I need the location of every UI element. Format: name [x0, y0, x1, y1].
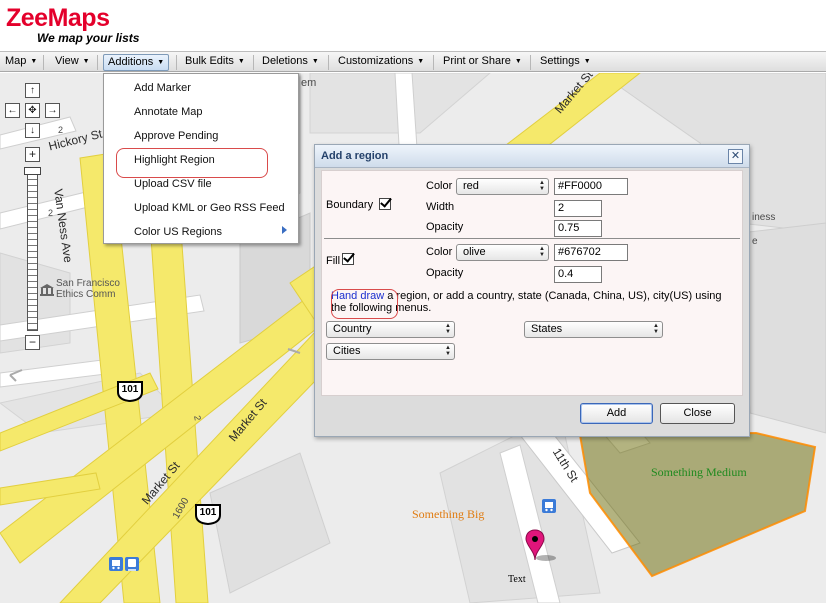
boundary-opacity-label: Opacity: [426, 221, 464, 233]
select-arrows-icon: ▲ ▼: [653, 323, 659, 335]
menu-separator: [433, 55, 434, 70]
annotation-something-big[interactable]: Something Big: [412, 507, 484, 522]
menu-settings[interactable]: Settings ▼: [536, 54, 595, 71]
hand-draw-callout: [331, 289, 398, 319]
menu-deletions[interactable]: Deletions ▼: [258, 54, 323, 71]
menu-customizations-label: Customizations: [338, 55, 414, 67]
states-select[interactable]: States ▲ ▼: [524, 321, 663, 338]
fill-color-label: Color: [426, 246, 453, 258]
menu-settings-label: Settings: [540, 55, 580, 67]
country-select[interactable]: Country ▲ ▼: [326, 321, 455, 338]
boundary-label: Boundary: [326, 199, 374, 211]
menu-separator: [43, 55, 44, 70]
dialog-titlebar[interactable]: Add a region ✕: [315, 145, 749, 168]
menu-map-label: Map: [5, 55, 27, 67]
highlight-region-callout: [116, 148, 268, 178]
fill-color-select[interactable]: olive ▲ ▼: [456, 244, 549, 261]
zoom-slider-handle[interactable]: [24, 167, 41, 175]
logo-title: ZeeMaps: [6, 4, 110, 32]
menu-view-label: View: [55, 55, 79, 67]
chevron-down-icon: ▼: [82, 58, 90, 65]
boundary-opacity-input[interactable]: 0.75: [554, 220, 602, 237]
cities-select[interactable]: Cities ▲ ▼: [326, 343, 455, 360]
boundary-width-label: Width: [426, 201, 455, 213]
menu-bulk-edits[interactable]: Bulk Edits ▼: [181, 54, 249, 71]
boundary-checkbox[interactable]: [379, 198, 391, 210]
fill-color-hex-input[interactable]: #676702: [554, 244, 628, 261]
menu-additions-label: Additions: [108, 56, 154, 68]
pan-up-button[interactable]: ↑: [25, 83, 40, 98]
annotation-marker-text[interactable]: Text: [508, 574, 526, 585]
additions-dropdown-menu: Add Marker Annotate Map Approve Pending …: [103, 73, 299, 244]
dialog-title: Add a region: [321, 150, 389, 162]
boundary-color-select[interactable]: red ▲ ▼: [456, 178, 549, 195]
menu-separator: [530, 55, 531, 70]
dialog-body: Boundary Color red ▲ ▼ #FF0000 Width 2 Op…: [321, 170, 743, 396]
menu-additions[interactable]: Additions ▼: [103, 54, 170, 71]
pan-down-button[interactable]: ↓: [25, 123, 40, 138]
select-arrows-icon: ▲ ▼: [445, 345, 451, 357]
zoom-out-button[interactable]: −: [25, 335, 40, 350]
pan-center-button[interactable]: ✥: [25, 103, 40, 118]
menu-separator: [253, 55, 254, 70]
menu-item-color-us-regions[interactable]: Color US Regions: [134, 222, 222, 242]
section-divider: [324, 238, 740, 239]
zoom-in-button[interactable]: +: [25, 147, 40, 162]
boundary-width-input[interactable]: 2: [554, 200, 602, 217]
boundary-color-value: red: [463, 180, 479, 192]
fill-label: Fill: [326, 255, 341, 267]
add-button[interactable]: Add: [580, 403, 653, 424]
menu-separator: [328, 55, 329, 70]
menu-print-or-share[interactable]: Print or Share ▼: [439, 54, 526, 71]
cities-select-value: Cities: [333, 345, 361, 357]
fill-opacity-input[interactable]: 0.4: [554, 266, 602, 283]
chevron-down-icon: ▼: [157, 59, 165, 66]
fill-color-value: olive: [463, 246, 486, 258]
menu-customizations[interactable]: Customizations ▼: [334, 54, 428, 71]
instructions-text-1: a region, or add a country, state (Canad…: [384, 290, 722, 302]
country-select-value: Country: [333, 323, 372, 335]
chevron-down-icon: ▼: [237, 58, 245, 65]
menu-bulk-edits-label: Bulk Edits: [185, 55, 234, 67]
menu-separator: [176, 55, 177, 70]
boundary-color-label: Color: [426, 180, 453, 192]
select-arrows-icon: ▲ ▼: [539, 180, 545, 192]
select-arrows-icon: ▲ ▼: [445, 323, 451, 335]
menu-deletions-label: Deletions: [262, 55, 308, 67]
menu-item-annotate-map[interactable]: Annotate Map: [134, 102, 203, 122]
chevron-down-icon: ▼: [583, 58, 591, 65]
menu-print-or-share-label: Print or Share: [443, 55, 511, 67]
chevron-down-icon: ▼: [417, 58, 425, 65]
menu-item-approve-pending[interactable]: Approve Pending: [134, 126, 218, 146]
zoom-slider-track[interactable]: [27, 167, 38, 331]
menu-item-upload-kml[interactable]: Upload KML or Geo RSS Feed: [134, 198, 285, 218]
pan-left-button[interactable]: ←: [5, 103, 20, 118]
select-arrows-icon: ▲ ▼: [539, 246, 545, 258]
menu-view[interactable]: View ▼: [51, 54, 94, 71]
close-icon[interactable]: ✕: [728, 149, 743, 164]
logo-tagline: We map your lists: [37, 31, 140, 45]
chevron-down-icon: ▼: [30, 58, 38, 65]
fill-checkbox[interactable]: [342, 253, 354, 265]
map-marker-pin-icon[interactable]: [524, 528, 558, 564]
add-region-dialog: Add a region ✕ Boundary Color red ▲ ▼ #FF…: [314, 144, 750, 437]
chevron-down-icon: ▼: [514, 58, 522, 65]
menu-item-add-marker[interactable]: Add Marker: [134, 78, 191, 98]
annotation-something-medium[interactable]: Something Medium: [651, 465, 747, 480]
menubar: Map ▼ View ▼ Additions ▼ Bulk Edits ▼ Deleti…: [0, 51, 826, 72]
fill-opacity-label: Opacity: [426, 267, 464, 279]
states-select-value: States: [531, 323, 563, 335]
pan-right-button[interactable]: →: [45, 103, 60, 118]
menu-separator: [97, 55, 98, 70]
menu-map[interactable]: Map ▼: [1, 54, 41, 71]
chevron-down-icon: ▼: [311, 58, 319, 65]
boundary-color-hex-input[interactable]: #FF0000: [554, 178, 628, 195]
submenu-arrow-icon: [282, 226, 287, 234]
close-button[interactable]: Close: [660, 403, 735, 424]
